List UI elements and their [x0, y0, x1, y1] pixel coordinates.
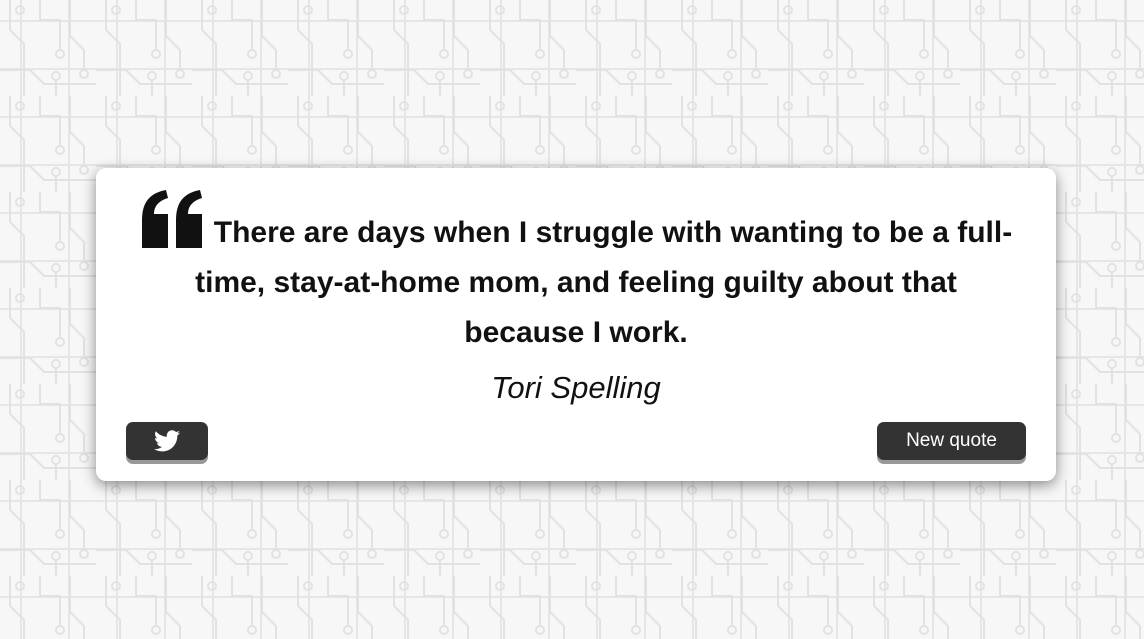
quote-left-icon [141, 190, 202, 248]
quote-text-block: There are days when I struggle with want… [136, 190, 1016, 358]
quote-author: Tori Spelling [491, 370, 661, 405]
twitter-icon [154, 430, 180, 452]
quote-card: There are days when I struggle with want… [96, 168, 1056, 481]
quote-text: There are days when I struggle with want… [195, 216, 1013, 349]
new-quote-button[interactable]: New quote [877, 422, 1026, 460]
tweet-button[interactable] [126, 422, 208, 460]
